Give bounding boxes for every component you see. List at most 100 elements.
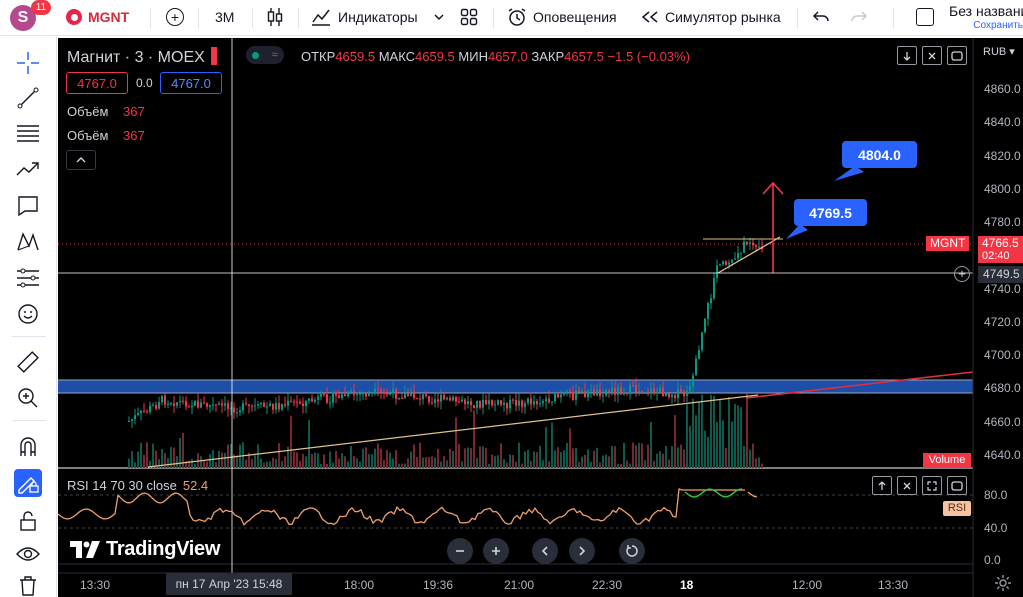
volume-legend-2[interactable]: Объём 367 bbox=[67, 128, 145, 143]
volume-bar bbox=[410, 451, 412, 468]
price-candles bbox=[128, 236, 763, 428]
save-link[interactable]: Сохранить bbox=[949, 20, 1023, 31]
scroll-left-button[interactable] bbox=[532, 538, 558, 564]
volume-bar bbox=[557, 447, 559, 468]
compare-symbol-button[interactable]: + bbox=[166, 0, 184, 34]
interval-button[interactable]: 3M bbox=[215, 0, 234, 34]
annotation-tool[interactable] bbox=[14, 192, 42, 220]
currency-selector[interactable]: RUB ▾ bbox=[983, 45, 1015, 58]
candle-body bbox=[587, 390, 589, 398]
undo-button[interactable] bbox=[812, 0, 830, 34]
symbol-search-button[interactable]: MGNT bbox=[66, 0, 129, 34]
volume-bar bbox=[569, 428, 571, 468]
volume-bar bbox=[272, 457, 274, 468]
pattern-tool[interactable] bbox=[14, 156, 42, 184]
move-pane-up-button[interactable] bbox=[872, 476, 892, 495]
zoom-in-button[interactable] bbox=[483, 538, 509, 564]
gear-icon[interactable] bbox=[994, 574, 1012, 592]
volume-bar bbox=[245, 459, 247, 468]
alerts-button[interactable]: Оповещения bbox=[507, 0, 617, 34]
volume-axis-tag: Volume bbox=[923, 453, 971, 468]
fib-retracement-icon bbox=[17, 125, 39, 142]
close-icon bbox=[903, 482, 911, 489]
expand-pane-button[interactable] bbox=[922, 476, 942, 495]
volume-bar bbox=[353, 456, 355, 468]
short-trend-line[interactable] bbox=[717, 236, 781, 274]
fib-tool[interactable] bbox=[14, 120, 42, 148]
volume-bar bbox=[695, 415, 697, 468]
candle-body bbox=[314, 399, 316, 402]
layout-checkbox[interactable] bbox=[916, 0, 934, 34]
redo-button[interactable] bbox=[850, 0, 868, 34]
reset-chart-button[interactable] bbox=[619, 538, 645, 564]
volume-bar bbox=[365, 447, 367, 468]
up-arrow-drawing[interactable] bbox=[762, 181, 784, 273]
drawing-mode-toggle[interactable] bbox=[14, 469, 42, 497]
candle-body bbox=[665, 393, 667, 397]
xabcd-tool[interactable] bbox=[14, 228, 42, 256]
volume-legend-1[interactable]: Объём 367 bbox=[67, 104, 145, 119]
volume-bar bbox=[323, 454, 325, 468]
tradingview-logo[interactable]: TradingView bbox=[70, 538, 220, 561]
divider bbox=[493, 8, 494, 28]
volume-bar bbox=[722, 420, 724, 468]
sell-button[interactable]: 4767.0 bbox=[66, 72, 128, 94]
close-pane-button[interactable] bbox=[897, 476, 917, 495]
scroll-right-button[interactable] bbox=[569, 538, 595, 564]
hide-drawings-tool[interactable] bbox=[14, 540, 42, 568]
volume-bar bbox=[401, 463, 403, 468]
candle-body bbox=[167, 403, 169, 405]
remove-drawings-tool[interactable] bbox=[14, 572, 42, 597]
candle-body bbox=[734, 258, 736, 260]
symbol-legend[interactable]: Магнит · 3 · MOEX bbox=[67, 47, 217, 67]
rsi-legend[interactable]: RSI 14 70 30 close 52.4 bbox=[67, 478, 208, 493]
volume-bar bbox=[590, 462, 592, 468]
candle-body bbox=[728, 262, 730, 265]
volume-bar bbox=[476, 457, 478, 468]
candle-body bbox=[134, 415, 136, 420]
layout-name-block[interactable]: Без названия Сохранить bbox=[949, 3, 1023, 31]
volume-bar bbox=[362, 448, 364, 468]
candle-body bbox=[623, 392, 625, 395]
candle-body bbox=[608, 390, 610, 392]
price-callout-4769[interactable]: 4769.5 bbox=[794, 199, 867, 226]
lock-all-drawings-tool[interactable] bbox=[14, 507, 42, 535]
candle-body bbox=[260, 402, 262, 405]
price-callout-4804[interactable]: 4804.0 bbox=[842, 141, 917, 168]
forecast-tool[interactable] bbox=[14, 264, 42, 292]
scroll-down-button[interactable] bbox=[897, 46, 917, 65]
candle-body bbox=[176, 402, 178, 406]
collapse-legend-button[interactable] bbox=[66, 150, 96, 170]
indicators-dropdown-button[interactable] bbox=[433, 0, 445, 34]
ruler-icon bbox=[17, 351, 39, 373]
chart-canvas[interactable] bbox=[58, 38, 1023, 597]
zoom-out-button[interactable] bbox=[447, 538, 473, 564]
volume-bar bbox=[254, 455, 256, 468]
candle-body bbox=[485, 399, 487, 405]
volume-bar bbox=[698, 401, 700, 468]
layouts-button[interactable] bbox=[460, 0, 478, 34]
maximize-pane-button[interactable] bbox=[947, 46, 967, 65]
zoom-tool[interactable] bbox=[14, 384, 42, 412]
candle-body bbox=[671, 394, 673, 398]
add-alert-plus-button[interactable]: + bbox=[954, 266, 970, 282]
replay-button[interactable]: Симулятор рынка bbox=[641, 0, 781, 34]
candle-body bbox=[545, 398, 547, 402]
indicators-button[interactable]: Индикаторы bbox=[311, 0, 418, 34]
crosshair-tool[interactable] bbox=[14, 49, 42, 77]
add-circle-icon: + bbox=[166, 8, 184, 26]
trend-line-tool[interactable] bbox=[14, 84, 42, 112]
chart-type-button[interactable] bbox=[266, 0, 284, 34]
collapse-pane-button[interactable] bbox=[922, 46, 942, 65]
maximize-rsi-pane-button[interactable] bbox=[947, 476, 967, 495]
measure-tool[interactable] bbox=[14, 348, 42, 376]
magnet-tool[interactable] bbox=[14, 433, 42, 461]
candle-body bbox=[263, 402, 265, 408]
market-status-pill[interactable]: ≈ bbox=[246, 46, 284, 64]
volume-bar bbox=[584, 454, 586, 468]
support-zone-rect[interactable] bbox=[58, 380, 973, 393]
buy-button[interactable]: 4767.0 bbox=[160, 72, 222, 94]
chart-pane[interactable]: Магнит · 3 · MOEX ≈ ОТКР4659.5 МАКС4659.… bbox=[58, 38, 1023, 597]
emoji-tool[interactable] bbox=[14, 300, 42, 328]
candle-body bbox=[428, 395, 430, 403]
